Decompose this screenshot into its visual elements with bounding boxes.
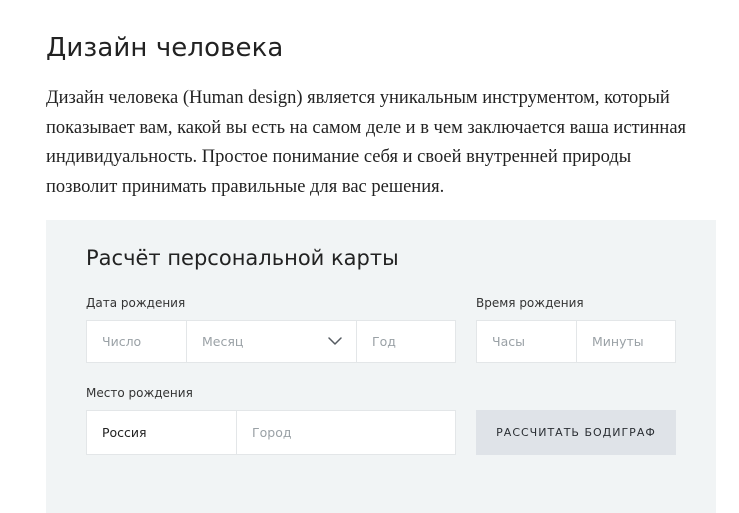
- city-field[interactable]: [237, 411, 455, 454]
- birth-place-group: Россия: [86, 410, 456, 455]
- birth-date-label: Дата рождения: [86, 296, 186, 310]
- birth-time-label: Время рождения: [476, 296, 584, 310]
- month-select[interactable]: Месяц: [187, 321, 357, 362]
- country-value: Россия: [102, 425, 147, 440]
- minutes-input[interactable]: [592, 321, 675, 362]
- country-select[interactable]: Россия: [87, 411, 237, 454]
- birth-date-group: Месяц: [86, 320, 456, 363]
- minutes-field[interactable]: [577, 321, 675, 362]
- page-title: Дизайн человека: [46, 33, 284, 63]
- hours-field[interactable]: [477, 321, 577, 362]
- calculate-bodygraph-button[interactable]: РАССЧИТАТЬ БОДИГРАФ: [476, 410, 676, 455]
- birth-time-group: [476, 320, 676, 363]
- month-select-value: Месяц: [202, 334, 244, 349]
- year-field[interactable]: [357, 321, 455, 362]
- birth-place-label: Место рождения: [86, 386, 193, 400]
- chevron-down-icon: [328, 337, 342, 345]
- day-field[interactable]: [87, 321, 187, 362]
- intro-paragraph: Дизайн человека (Human design) является …: [46, 88, 687, 197]
- city-input[interactable]: [252, 411, 455, 454]
- day-input[interactable]: [102, 321, 186, 362]
- calculator-panel: Расчёт персональной карты Дата рождения …: [46, 220, 716, 513]
- hours-input[interactable]: [492, 321, 576, 362]
- year-input[interactable]: [372, 321, 455, 362]
- calculator-title: Расчёт персональной карты: [86, 246, 399, 270]
